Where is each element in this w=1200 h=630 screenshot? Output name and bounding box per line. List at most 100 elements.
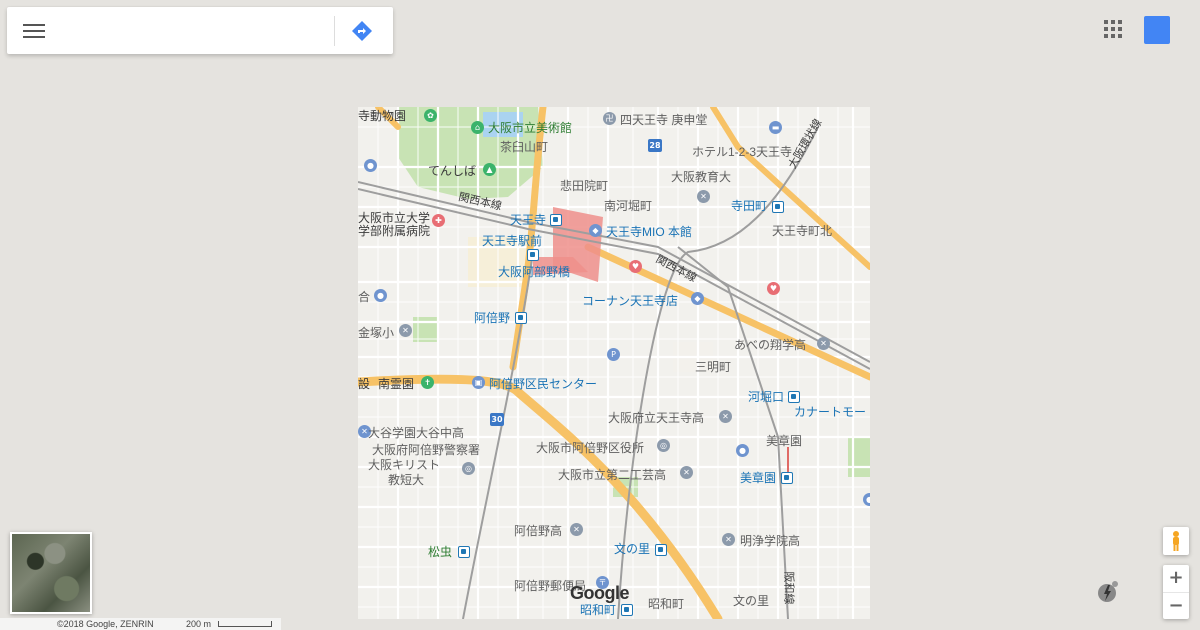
tree-pin-icon[interactable]: ▲: [483, 163, 496, 176]
map-label-art-museum[interactable]: 大阪市立美術館: [488, 121, 572, 135]
map-label-matsumushi[interactable]: 松虫: [428, 545, 452, 559]
station-icon[interactable]: [550, 214, 562, 226]
map-label-ward-office[interactable]: 大阪市阿倍野区役所: [536, 441, 644, 455]
route-28-shield: 28: [648, 139, 662, 152]
map-label-bishoen[interactable]: 美章園: [766, 434, 802, 448]
map-label-ai[interactable]: 合: [358, 290, 370, 304]
map-label-fuminosato[interactable]: 文の里: [614, 542, 650, 556]
map-label-koshindo[interactable]: 四天王寺 庚申堂: [620, 113, 707, 127]
map-label-nanrei[interactable]: 南霊園: [378, 377, 414, 391]
poi-pin-icon[interactable]: ●: [364, 159, 377, 172]
map-label-kawahori-guchi[interactable]: 河堀口: [748, 390, 784, 404]
map-label-chausuyama[interactable]: 茶臼山町: [500, 140, 548, 154]
poi-pin-icon[interactable]: ●: [736, 444, 749, 457]
map-label-daini-kogei[interactable]: 大阪市立第二工芸高: [558, 468, 666, 482]
map-label-abeno[interactable]: 阿倍野: [474, 311, 510, 325]
map-label-kanart[interactable]: カナートモー: [794, 405, 866, 419]
route-30-shield: 30: [490, 413, 504, 426]
map-label-hospital-2[interactable]: 学部附属病院: [358, 224, 430, 238]
map-label-showacho-2[interactable]: 昭和町: [580, 603, 616, 617]
shop-pin-icon[interactable]: ◆: [589, 224, 602, 237]
footer-bar: ©2018 Google, ZENRIN 200 m: [0, 618, 281, 630]
map-label-kyoiku-univ[interactable]: 大阪教育大: [671, 170, 731, 184]
station-icon[interactable]: [772, 201, 784, 213]
apps-grid-icon[interactable]: [1104, 20, 1124, 40]
map-label-tenshiba[interactable]: てんしば: [428, 164, 476, 178]
map-label-tennoji[interactable]: 天王寺: [510, 213, 546, 227]
station-icon[interactable]: [527, 249, 539, 261]
map-label-otani[interactable]: 大谷学園大谷中高: [368, 426, 464, 440]
map-label-kyoiku-junior[interactable]: 教短大: [388, 473, 424, 487]
map-label-abeno-shoho[interactable]: あべの翔学高: [734, 338, 806, 352]
map-label-abeno-harukas[interactable]: 大阪阿部野橋: [498, 265, 570, 279]
map-label-meijo[interactable]: 明浄学院高: [740, 534, 800, 548]
office-pin-icon[interactable]: ◎: [462, 462, 475, 475]
shop-pin-icon[interactable]: ◆: [691, 292, 704, 305]
scale-label[interactable]: 200 m: [186, 618, 211, 630]
station-icon[interactable]: [621, 604, 633, 616]
map-label-christ[interactable]: 大阪キリスト: [368, 458, 440, 472]
map-label-minami-kawahori[interactable]: 南河堀町: [604, 199, 652, 213]
school-pin-icon[interactable]: ✕: [570, 523, 583, 536]
map-label-hospital-1[interactable]: 大阪市立大学: [358, 211, 430, 225]
school-pin-icon[interactable]: ✕: [722, 533, 735, 546]
map-label-hidenin[interactable]: 悲田院町: [560, 179, 608, 193]
map-label-abeno-hs[interactable]: 阿倍野高: [514, 524, 562, 538]
parking-pin-icon[interactable]: P: [607, 348, 620, 361]
temple-pin-icon[interactable]: 卍: [603, 112, 616, 125]
search-box: [7, 7, 393, 54]
poi-pin-icon[interactable]: ●: [374, 289, 387, 302]
satellite-thumbnail[interactable]: [10, 532, 92, 614]
school-pin-icon[interactable]: ✕: [719, 410, 732, 423]
museum-pin-icon[interactable]: ⌂: [471, 121, 484, 134]
layers-icon[interactable]: [1096, 580, 1120, 604]
zoom-control: + −: [1163, 565, 1189, 619]
map-label-tennoji-ekimae[interactable]: 天王寺駅前: [482, 234, 542, 248]
school-pin-icon[interactable]: ✕: [697, 190, 710, 203]
station-icon[interactable]: [781, 472, 793, 484]
zoom-in-button[interactable]: +: [1163, 565, 1189, 592]
map-label-kanazuka[interactable]: 金塚小: [358, 326, 394, 340]
map-label-fuminosato-2[interactable]: 文の里: [733, 594, 769, 608]
map-label-tennoji-kita[interactable]: 天王寺町北: [772, 224, 832, 238]
hospital-pin-icon[interactable]: ✚: [432, 214, 445, 227]
map-label-tennoji-mio[interactable]: 天王寺MIO 本館: [606, 225, 692, 239]
map-label-hanwa-line: 阪和線: [782, 571, 795, 605]
directions-icon[interactable]: [350, 19, 374, 43]
search-divider: [334, 16, 335, 46]
cemetery-pin-icon[interactable]: ✝: [421, 376, 434, 389]
park-pin-icon[interactable]: ✿: [424, 109, 437, 122]
map-label-bishoen-station[interactable]: 美章園: [740, 471, 776, 485]
copyright-text: ©2018 Google, ZENRIN: [57, 619, 154, 629]
station-icon[interactable]: [788, 391, 800, 403]
zoom-out-button[interactable]: −: [1163, 593, 1189, 620]
heart-pin-icon[interactable]: ♥: [767, 282, 780, 295]
map-label-sannomiya[interactable]: 三明町: [695, 360, 731, 374]
school-pin-icon[interactable]: ✕: [399, 324, 412, 337]
map-label-hotel[interactable]: ホテル1-2-3天王寺: [692, 145, 792, 159]
hamburger-menu-icon[interactable]: [23, 21, 45, 41]
hotel-pin-icon[interactable]: ▬: [769, 121, 782, 134]
map-label-zoo[interactable]: 寺動物園: [358, 109, 406, 123]
search-input[interactable]: [63, 17, 329, 47]
station-icon[interactable]: [515, 312, 527, 324]
pegman-icon[interactable]: [1163, 527, 1189, 555]
school-pin-icon[interactable]: ✕: [817, 337, 830, 350]
poi-pin-icon[interactable]: ●: [863, 493, 870, 506]
map-label-abeno-civic[interactable]: 阿倍野区民センター: [489, 377, 597, 391]
map-label-teradacho[interactable]: 寺田町: [731, 199, 767, 213]
school-pin-icon[interactable]: ✕: [680, 466, 693, 479]
account-avatar[interactable]: [1144, 16, 1170, 44]
scale-bar: [218, 621, 272, 627]
map-canvas[interactable]: 寺動物園 ✿ ⌂ 大阪市立美術館 茶臼山町 てんしば ▲ ● 卍 四天王寺 庚申…: [358, 107, 870, 619]
map-label-shisetsu[interactable]: 設: [358, 377, 370, 391]
heart-pin-icon[interactable]: ♥: [629, 260, 642, 273]
station-icon[interactable]: [458, 546, 470, 558]
map-label-showacho[interactable]: 昭和町: [648, 597, 684, 611]
map-label-abeno-police[interactable]: 大阪府阿倍野警察署: [372, 443, 480, 457]
civic-pin-icon[interactable]: ▣: [472, 376, 485, 389]
map-label-tennoji-hs[interactable]: 大阪府立天王寺高: [608, 411, 704, 425]
office-pin-icon[interactable]: ◎: [657, 439, 670, 452]
station-icon[interactable]: [655, 544, 667, 556]
map-label-konan[interactable]: コーナン天王寺店: [582, 294, 678, 308]
